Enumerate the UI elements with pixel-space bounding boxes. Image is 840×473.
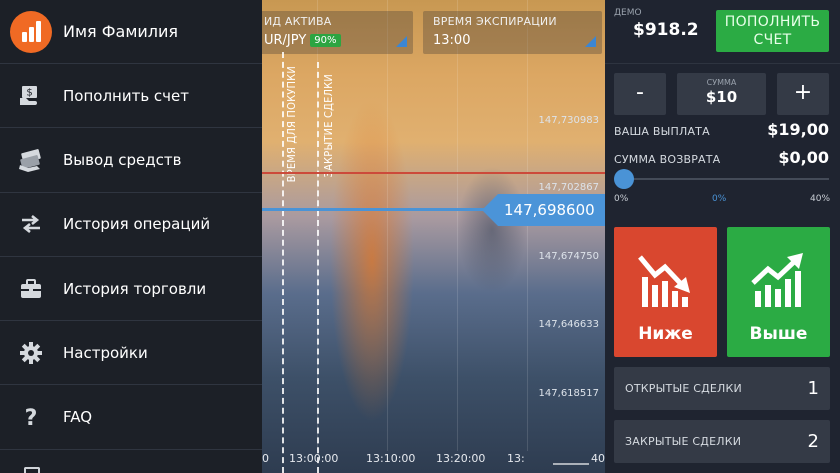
expiry-selector[interactable]: ВРЕМЯ ЭКСПИРАЦИИ 13:00 [423,11,602,54]
up-button-label: Выше [749,324,808,344]
dropdown-corner-icon [585,36,596,47]
divider [605,63,840,64]
closed-deals-count: 2 [807,431,819,452]
grid-line [457,0,458,451]
question-icon: ? [18,404,44,430]
up-button[interactable]: Выше [727,227,830,357]
time-axis-label: 40 [591,452,605,465]
refund-label: СУММА ВОЗВРАТА [614,153,721,166]
price-axis-label: 147,618517 [538,388,599,399]
payout-value: $19,00 [767,120,829,139]
expiry-value: 13:00 [433,33,471,48]
open-deals-label: ОТКРЫТЫЕ СДЕЛКИ [625,382,742,395]
menu-item-settings[interactable]: Настройки [0,321,262,386]
menu-item-label: История операций [63,215,211,234]
menu-item-label: Настройки [63,343,148,362]
logout-icon[interactable] [24,467,40,473]
demo-balance: $918.2 [633,20,699,40]
amount-field[interactable]: СУММА $10 [677,73,766,115]
trading-chart[interactable]: ИД АКТИВА UR/JPY 90% ВРЕМЯ ЭКСПИРАЦИИ 13:… [262,0,605,473]
open-deals-row[interactable]: ОТКРЫТЫЕ СДЕЛКИ 1 [614,367,830,410]
drawer-header[interactable]: Имя Фамилия [0,0,262,64]
menu-item-label: Вывод средств [63,150,182,169]
open-deals-count: 1 [807,378,819,399]
price-axis-label: 147,674750 [538,251,599,262]
refund-value: $0,00 [778,148,829,167]
grid-line [387,0,388,451]
refund-slider-track[interactable] [624,178,829,180]
menu-item-label: FAQ [63,408,93,427]
user-name: Имя Фамилия [63,22,179,41]
asset-caption: ИД АКТИВА [264,15,332,28]
amount-caption: СУММА [706,78,737,87]
trade-panel: ДЕМО $918.2 ПОПОЛНИТЬ СЧЕТ - СУММА $10 +… [605,0,840,473]
trend-up-icon [751,253,803,307]
menu-item-label: История торговли [63,279,207,298]
close-line-label: ЗАКРЫТИЕ СДЕЛКИ [322,74,335,178]
current-price-tag: 147,698600 [482,194,605,226]
slider-min-label: 0% [614,194,629,204]
dropdown-corner-icon [396,36,407,47]
menu-item-operations-history[interactable]: История операций [0,193,262,257]
expiry-caption: ВРЕМЯ ЭКСПИРАЦИИ [433,15,557,28]
time-axis-label: 13: [507,452,525,465]
increase-amount-button[interactable]: + [777,73,829,115]
gear-icon [18,340,44,366]
scroll-handle[interactable] [553,463,589,465]
amount-value: $10 [705,88,738,106]
briefcase-icon [18,276,44,302]
time-axis-label: 13:00:00 [289,452,339,465]
svg-text:$: $ [26,87,32,98]
decrease-amount-button[interactable]: - [614,73,666,115]
purchase-time-line [282,52,284,473]
strike-price-line [262,172,605,174]
purchase-line-label: ВРЕМЯ ДЛЯ ПОКУПКИ [285,66,298,183]
svg-text:?: ? [25,406,38,429]
price-axis-label: 147,702867 [538,182,599,193]
close-time-line [317,62,319,473]
menu-item-label: Пополнить счет [63,86,190,105]
trend-down-icon [638,255,690,307]
menu-item-withdraw[interactable]: Вывод средств [0,128,262,193]
slider-current-label: 0% [712,194,727,204]
payout-label: ВАША ВЫПЛАТА [614,125,710,138]
down-button-label: Ниже [638,324,693,344]
demo-caption: ДЕМО [614,8,642,18]
down-button[interactable]: Ниже [614,227,717,357]
time-axis-label: 13:10:00 [366,452,416,465]
current-price-line [262,208,484,211]
deposit-icon: $ [18,83,44,109]
closed-deals-row[interactable]: ЗАКРЫТЫЕ СДЕЛКИ 2 [614,420,830,463]
transfer-arrows-icon [18,211,44,237]
avatar[interactable] [10,10,52,53]
menu-item-deposit[interactable]: $ Пополнить счет [0,64,262,129]
withdraw-icon [18,147,44,173]
refund-slider-knob[interactable] [614,169,634,189]
asset-selector[interactable]: ИД АКТИВА UR/JPY 90% [262,11,413,54]
slider-max-label: 40% [810,194,831,204]
closed-deals-label: ЗАКРЫТЫЕ СДЕЛКИ [625,435,742,448]
menu-item-trade-history[interactable]: История торговли [0,257,262,322]
asset-value: UR/JPY [264,33,307,48]
menu-item-faq[interactable]: ? FAQ [0,385,262,450]
topup-button[interactable]: ПОПОЛНИТЬ СЧЕТ [716,10,829,52]
price-axis-label: 147,646633 [538,319,599,330]
price-axis-label: 147,730983 [538,115,599,126]
time-axis-label: 13:20:00 [436,452,486,465]
payout-badge: 90% [310,34,341,47]
time-axis-label: 0 [262,452,269,465]
navigation-drawer: Имя Фамилия $ Пополнить счет Вывод средс… [0,0,262,473]
